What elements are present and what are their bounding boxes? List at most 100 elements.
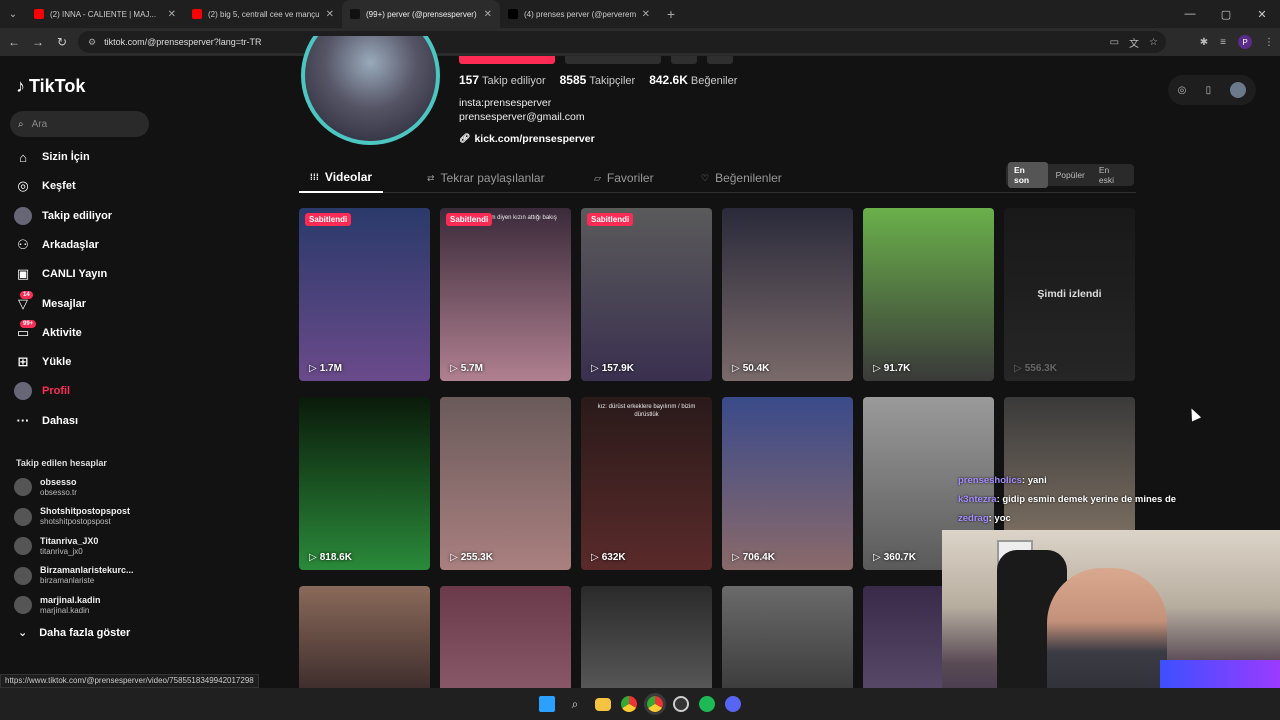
following-account[interactable]: obsesso obsesso.tr [14, 474, 77, 500]
sidebar-item[interactable]: ⚇ Arkadaşlar [14, 232, 99, 258]
browser-profile-avatar[interactable]: P [1238, 35, 1252, 49]
video-card[interactable]: ▷ 255.3K [440, 397, 571, 570]
show-more-button[interactable]: ⌄ Daha fazla göster [18, 626, 130, 640]
browser-menu-icon[interactable]: ⋮ [1264, 37, 1274, 48]
sidebar-item[interactable]: ··· Dahası [14, 408, 79, 434]
tiktok-logo[interactable]: ♪ TikTok [16, 76, 85, 97]
video-card[interactable]: Sabitlendi ▷ 1.7M [299, 208, 430, 381]
tab-favicon-icon [192, 9, 202, 19]
video-card[interactable] [722, 586, 853, 696]
sidebar-item[interactable]: ⊞ Yükle [14, 349, 72, 375]
video-card[interactable] [581, 586, 712, 696]
compass-icon: ◎ [17, 178, 29, 194]
video-card[interactable]: kız: dürüst erkeklere bayılırım / bizim … [581, 397, 712, 570]
stat: 8585 Takipçiler [560, 73, 636, 87]
account-handle: marjinal.kadin [40, 605, 90, 615]
site-info-icon[interactable]: ⚙ [88, 37, 96, 48]
video-card[interactable]: ▷ 50.4K [722, 208, 853, 381]
video-card[interactable]: ▷ 706.4K [722, 397, 853, 570]
profile-link[interactable]: 🔗︎ kick.com/prensesperver [459, 133, 595, 145]
sort-option[interactable]: En son [1008, 162, 1048, 188]
browser-tab[interactable]: (99+) perver (@prensesperver) |... ✕ [342, 0, 500, 28]
obs-icon[interactable] [673, 696, 689, 712]
sidebar-item[interactable]: ▭ 99+ Aktivite [14, 319, 82, 346]
browser-tab[interactable]: (4) prenses perver (@perverem... ✕ [500, 0, 658, 28]
account-text: obsesso obsesso.tr [40, 477, 77, 498]
video-card[interactable]: Sabitlendi ▷ 157.9K [581, 208, 712, 381]
sidebar-item-label: Profil [42, 385, 71, 398]
following-account[interactable]: Birzamanlaristekurc... birzamanlariste [14, 563, 134, 589]
reading-list-icon[interactable]: ≡ [1220, 37, 1226, 48]
video-card[interactable] [440, 586, 571, 696]
video-card[interactable] [299, 586, 430, 696]
video-card[interactable]: ▷ 818.6K [299, 397, 430, 570]
following-account[interactable]: Titanriva_JX0 titanriva_jx0 [14, 533, 98, 559]
share-button-edge[interactable] [671, 56, 697, 64]
user-avatar-small[interactable] [1230, 82, 1247, 98]
view-count-text: 255.3K [460, 552, 493, 563]
sidebar-item[interactable]: ◎ Keşfet [14, 173, 75, 199]
translate-icon[interactable]: 文 [1129, 35, 1139, 50]
pinned-badge: Sabitlendi [305, 213, 352, 226]
video-card[interactable]: umut vermedim diyen kızın attığı bakış Sa… [440, 208, 571, 381]
compass-small-icon[interactable]: ◎ [1178, 85, 1187, 96]
sidebar-item[interactable]: ⌂ Sizin İçin [14, 144, 90, 170]
tab-favoriler[interactable]: ▱ Favoriler [594, 163, 654, 193]
windows-start-icon[interactable] [539, 696, 555, 712]
tab-search-icon[interactable]: ⌄ [0, 0, 26, 28]
grid-icon: ⁞⁞⁞ [309, 172, 319, 182]
sort-option[interactable]: En eski [1093, 162, 1132, 188]
video-card[interactable]: ▷ 91.7K [863, 208, 994, 381]
spotify-icon[interactable] [699, 696, 715, 712]
address-bar[interactable]: ⚙ tiktok.com/@prensesperver?lang=tr-TR ▭… [78, 31, 1166, 53]
device-icon[interactable]: ▯ [1206, 85, 1212, 96]
stat-value: 157 [459, 73, 480, 87]
bookmark-star-icon[interactable]: ☆ [1149, 37, 1158, 48]
view-count: ▷ 50.4K [732, 363, 769, 374]
account-avatar [14, 537, 32, 555]
tab-close-icon[interactable]: ✕ [484, 9, 492, 20]
search-icon: ⌕ [18, 118, 24, 130]
view-count-text: 818.6K [319, 552, 352, 563]
tab-beğenilenler[interactable]: ♡ Beğenilenler [701, 163, 782, 193]
reload-icon[interactable]: ↻ [50, 30, 74, 54]
install-app-icon[interactable]: ▭ [1110, 37, 1119, 48]
account-handle: shotshitpostopspost [40, 517, 111, 526]
minimize-icon[interactable]: — [1172, 0, 1208, 28]
back-icon[interactable]: ← [2, 30, 26, 54]
tab-close-icon[interactable]: ✕ [326, 9, 334, 20]
new-tab-button[interactable]: + [658, 0, 684, 28]
bio-line-2: prensesperver@gmail.com [459, 111, 585, 123]
more-button-edge[interactable] [707, 56, 733, 64]
search-taskbar-icon[interactable]: ⌕ [565, 694, 585, 714]
chrome-icon[interactable] [621, 696, 637, 712]
tab-videolar[interactable]: ⁞⁞⁞ Videolar [299, 163, 383, 193]
forward-icon[interactable]: → [26, 30, 50, 54]
file-explorer-icon[interactable] [595, 697, 611, 711]
sidebar-item[interactable]: Profil [14, 378, 70, 404]
search-input[interactable]: ⌕ Ara [10, 111, 149, 137]
sidebar-item[interactable]: ▽ 14 Mesajlar [14, 290, 86, 317]
url-text: tiktok.com/@prensesperver?lang=tr-TR [104, 37, 262, 47]
tab-close-icon[interactable]: ✕ [642, 9, 650, 20]
sidebar-item[interactable]: Takip ediliyor [14, 203, 112, 229]
extensions-icon[interactable]: ✱ [1200, 37, 1208, 48]
chrome-active-icon[interactable] [644, 693, 666, 715]
discord-icon[interactable] [725, 696, 741, 712]
profile-avatar[interactable] [300, 36, 441, 148]
following-account[interactable]: Shotshitpostopspost shotshitpostopspost [14, 504, 130, 530]
video-card[interactable]: Şimdi izlendi ▷ 556.3K [1004, 208, 1135, 381]
tab-tekrar-paylaşılanlar[interactable]: ⇄ Tekrar paylaşılanlar [427, 163, 545, 193]
sort-option[interactable]: Popüler [1050, 167, 1091, 183]
browser-tab[interactable]: (2) INNA - CALIENTE | MAJ... ✕ [26, 0, 184, 28]
play-icon: ▷ [873, 552, 881, 563]
following-account[interactable]: marjinal.kadin marjinal.kadin [14, 592, 101, 618]
follow-button-edge[interactable] [459, 56, 555, 64]
browser-tab[interactable]: (2) big 5, centrall cee ve mançu... ✕ [184, 0, 342, 28]
account-name: Titanriva_JX0 [40, 535, 99, 546]
maximize-icon[interactable]: ▢ [1208, 0, 1244, 28]
sidebar-item[interactable]: ▣ CANLI Yayın [14, 261, 107, 287]
tab-close-icon[interactable]: ✕ [168, 9, 176, 20]
close-window-icon[interactable]: ✕ [1244, 0, 1280, 28]
message-button-edge[interactable] [565, 56, 661, 64]
